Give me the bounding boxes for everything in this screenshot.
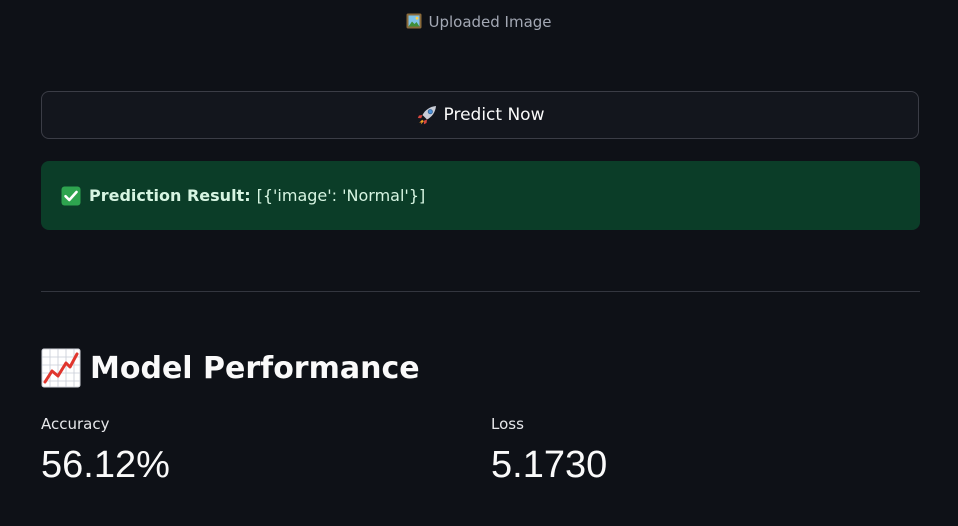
loss-label: Loss xyxy=(491,415,524,433)
predict-button[interactable]: Predict Now xyxy=(41,91,919,139)
accuracy-metric: Accuracy 56.12% xyxy=(41,412,170,488)
chart-increasing-icon xyxy=(41,348,81,388)
model-performance-title: Model Performance xyxy=(90,350,420,386)
loss-value: 5.1730 xyxy=(491,444,608,486)
prediction-result-alert: Prediction Result: [{'image': 'Normal'}] xyxy=(41,161,920,230)
rocket-icon xyxy=(416,104,438,126)
prediction-result-label: Prediction Result: xyxy=(89,186,251,205)
loss-metric: Loss 5.1730 xyxy=(491,412,607,488)
predict-button-label: Predict Now xyxy=(443,105,545,125)
check-mark-icon xyxy=(61,186,81,206)
uploaded-image-caption: Uploaded Image xyxy=(0,10,958,34)
caption-text: Uploaded Image xyxy=(428,13,552,31)
accuracy-label: Accuracy xyxy=(41,415,110,433)
section-divider xyxy=(41,291,920,292)
app-page: Uploaded Image Predict Now Prediction Re… xyxy=(0,0,958,526)
model-performance-heading: Model Performance xyxy=(41,347,420,389)
prediction-result-value: [{'image': 'Normal'}] xyxy=(256,186,426,205)
framed-picture-icon xyxy=(406,12,422,29)
accuracy-value: 56.12% xyxy=(41,444,170,486)
